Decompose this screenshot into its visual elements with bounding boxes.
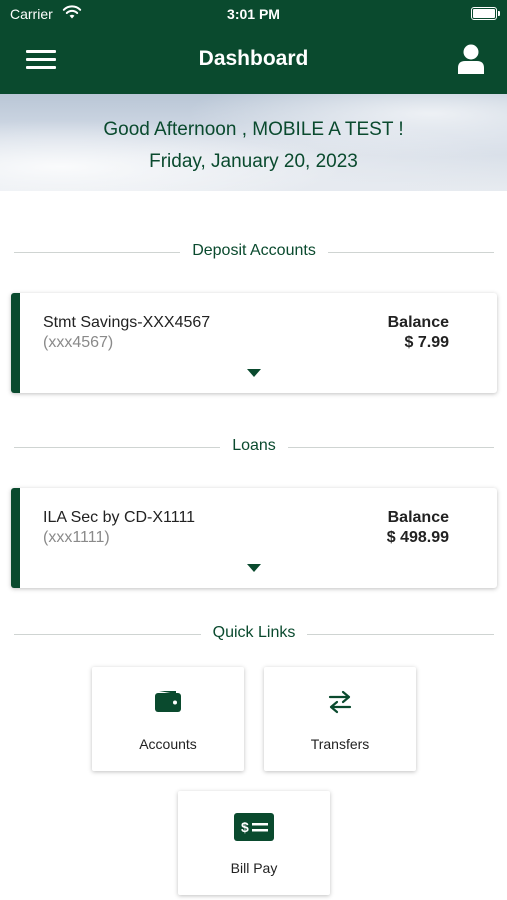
loan-number: (xxx1111) (43, 529, 110, 546)
quick-links-title: Quick Links (200, 624, 308, 641)
account-number: (xxx4567) (43, 334, 114, 351)
balance-label: Balance (387, 509, 449, 526)
top-navigation-bar: Dashboard (0, 28, 507, 94)
loans-title: Loans (220, 437, 288, 454)
user-profile-icon[interactable] (457, 44, 485, 74)
balance-value: $ 7.99 (404, 334, 449, 351)
transfer-arrows-icon (328, 690, 352, 714)
greeting-text: Good Afternoon , MOBILE A TEST ! (103, 119, 404, 140)
expand-caret-icon[interactable] (247, 369, 261, 377)
bill-pay-icon: $ (234, 813, 274, 841)
clock: 3:01 PM (227, 6, 280, 22)
deposit-accounts-header: Deposit Accounts (14, 242, 494, 262)
loans-header: Loans (14, 437, 494, 457)
quick-link-transfers-button[interactable]: Transfers (264, 667, 416, 771)
quick-link-bill-pay-button[interactable]: $ Bill Pay (178, 791, 330, 895)
loan-name: ILA Sec by CD-X1111 (43, 509, 196, 526)
loan-account-card[interactable]: ILA Sec by CD-X1111 (xxx1111) Balance $ … (11, 488, 497, 588)
battery-icon (471, 7, 500, 20)
deposit-account-card[interactable]: Stmt Savings-XXX4567 (xxx4567) Balance $… (11, 293, 497, 393)
status-bar: Carrier 3:01 PM (0, 0, 507, 28)
account-name: Stmt Savings-XXX4567 (43, 314, 211, 331)
deposit-accounts-title: Deposit Accounts (180, 242, 328, 259)
svg-text:$: $ (241, 819, 249, 835)
wallet-icon (155, 691, 181, 712)
balance-label: Balance (387, 314, 449, 331)
quick-link-label: Accounts (139, 736, 197, 752)
balance-value: $ 498.99 (386, 529, 449, 546)
greeting-banner: Good Afternoon , MOBILE A TEST ! Friday,… (0, 94, 507, 191)
quick-link-label: Bill Pay (230, 860, 278, 876)
quick-links-header: Quick Links (14, 624, 494, 644)
quick-link-label: Transfers (310, 736, 370, 752)
quick-link-accounts-button[interactable]: Accounts (92, 667, 244, 771)
current-date: Friday, January 20, 2023 (149, 151, 358, 172)
page-title: Dashboard (198, 47, 309, 70)
expand-caret-icon[interactable] (247, 564, 261, 572)
